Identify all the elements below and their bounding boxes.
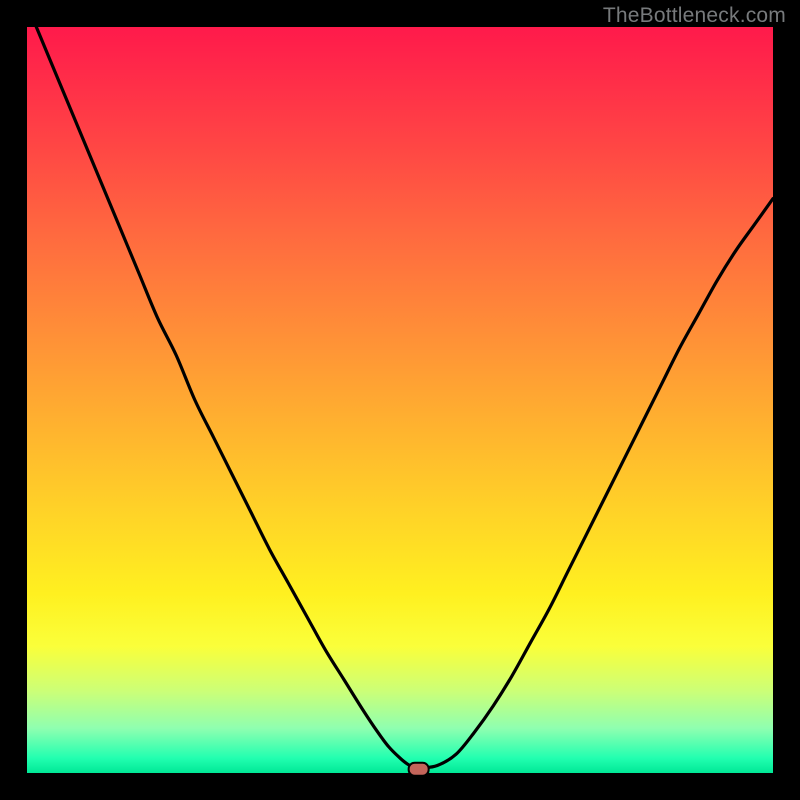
watermark-label: TheBottleneck.com (603, 4, 786, 28)
bottleneck-plot (27, 27, 773, 773)
marker-layer (27, 27, 773, 773)
chart-frame: TheBottleneck.com (0, 0, 800, 800)
optimal-point-marker (409, 763, 429, 776)
